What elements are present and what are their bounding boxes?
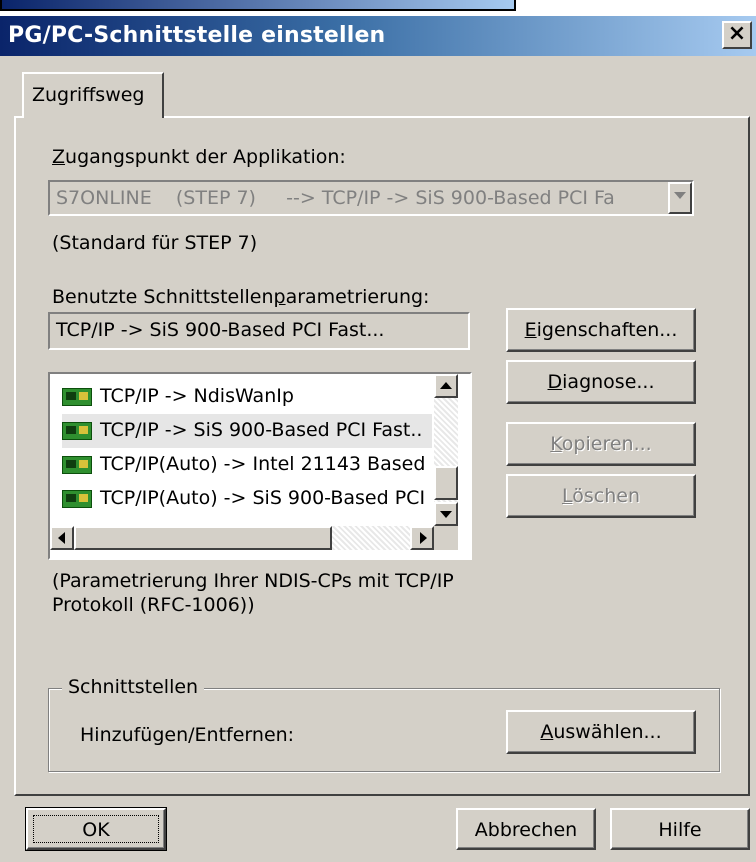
interface-description-line1: (Parametrierung Ihrer NDIS-CPs mit TCP/I… [52,570,454,592]
properties-label: igenschaften... [536,319,678,341]
delete-accel: L [561,485,573,507]
dialog-window: PG/PC-Schnittstelle einstellen × Zugriff… [0,16,756,862]
list-item-label: TCP/IP(Auto) -> SiS 900-Based PCI [100,487,426,509]
interface-param-label: Benutzte Schnittstellenparametrierung: [52,286,429,308]
access-point-combobox[interactable]: S7ONLINE (STEP 7) --> TCP/IP -> SiS 900-… [48,180,694,216]
arrow-left-icon [58,532,65,544]
select-label: uswählen... [553,721,662,743]
focus-rect [33,815,159,843]
arrow-down-icon [440,511,452,518]
chevron-down-icon [674,192,686,199]
copy-label: opieren... [561,433,652,455]
interface-description-line2: Protokoll (RFC-1006)) [52,594,255,616]
list-item-label: TCP/IP(Auto) -> Intel 21143 Based [100,453,426,475]
access-point-label: Zugangspunkt der Applikation: [52,146,346,168]
vertical-scrollbar[interactable] [434,374,458,526]
background-window-titlebar [0,0,516,11]
scroll-down-button[interactable] [434,502,458,526]
scrollbar-corner [434,526,458,550]
network-card-icon [62,388,92,406]
help-button[interactable]: Hilfe [610,808,750,850]
close-icon: × [727,21,747,46]
help-label: Hilfe [658,819,702,841]
diagnose-label: iagnose... [562,371,655,393]
cancel-label: Abbrechen [474,819,578,841]
title-bar[interactable]: PG/PC-Schnittstelle einstellen × [0,16,756,56]
properties-button[interactable]: Eigenschaften... [506,308,696,352]
arrow-up-icon [440,382,452,389]
list-item-label: TCP/IP -> SiS 900-Based PCI Fast.. [100,419,423,441]
tab-zugriffsweg[interactable]: Zugriffsweg [22,72,164,118]
interface-param-label-accel: p [273,286,286,308]
access-point-label-accel: Z [52,146,66,168]
delete-label: öschen [572,485,640,507]
access-point-value: S7ONLINE (STEP 7) --> TCP/IP -> SiS 900-… [56,187,615,209]
interface-param-current-value: TCP/IP -> SiS 900-Based PCI Fast... [56,319,385,341]
access-point-label-text: ugangspunkt der Applikation: [65,146,346,168]
select-accel: A [540,721,554,743]
list-item[interactable]: TCP/IP(Auto) -> SiS 900-Based PCI [62,482,432,516]
diagnose-button[interactable]: Diagnose... [506,360,696,404]
interface-param-label-pre: Benutzte Schnittstellen [52,286,274,308]
interface-param-label-post: arametrierung: [285,286,430,308]
delete-button[interactable]: Löschen [506,474,696,518]
access-point-note: (Standard für STEP 7) [52,232,258,254]
horizontal-scroll-thumb[interactable] [74,526,332,550]
list-item[interactable]: TCP/IP -> NdisWanIp [62,380,432,414]
combobox-dropdown-button[interactable] [668,182,692,214]
window-title: PG/PC-Schnittstelle einstellen [8,23,386,48]
close-button[interactable]: × [722,21,752,49]
scroll-up-button[interactable] [434,374,458,398]
arrow-right-icon [420,532,427,544]
copy-accel: K [550,433,562,455]
network-card-icon [62,422,92,440]
list-item[interactable]: TCP/IP(Auto) -> Intel 21143 Based [62,448,432,482]
list-item-selected[interactable]: TCP/IP -> SiS 900-Based PCI Fast.. [62,414,432,448]
tab-label: Zugriffsweg [32,84,145,106]
list-item-label: TCP/IP -> NdisWanIp [100,385,294,407]
interface-param-current-field: TCP/IP -> SiS 900-Based PCI Fast... [48,312,470,350]
add-remove-label: Hinzufügen/Entfernen: [80,724,295,746]
scroll-left-button[interactable] [50,526,74,550]
vertical-scroll-thumb[interactable] [434,466,458,500]
copy-button[interactable]: Kopieren... [506,422,696,466]
cancel-button[interactable]: Abbrechen [456,808,596,850]
network-card-icon [62,490,92,508]
diagnose-accel: D [547,371,563,393]
select-button[interactable]: Auswählen... [506,710,696,754]
horizontal-scrollbar[interactable] [50,526,458,550]
ok-button[interactable]: OK [25,807,167,851]
network-card-icon [62,456,92,474]
interfaces-group-legend: Schnittstellen [62,676,205,698]
interface-param-listbox[interactable]: TCP/IP -> NdisWanIp TCP/IP -> SiS 900-Ba… [48,372,472,560]
scroll-right-button[interactable] [410,526,434,550]
properties-accel: E [524,319,537,341]
